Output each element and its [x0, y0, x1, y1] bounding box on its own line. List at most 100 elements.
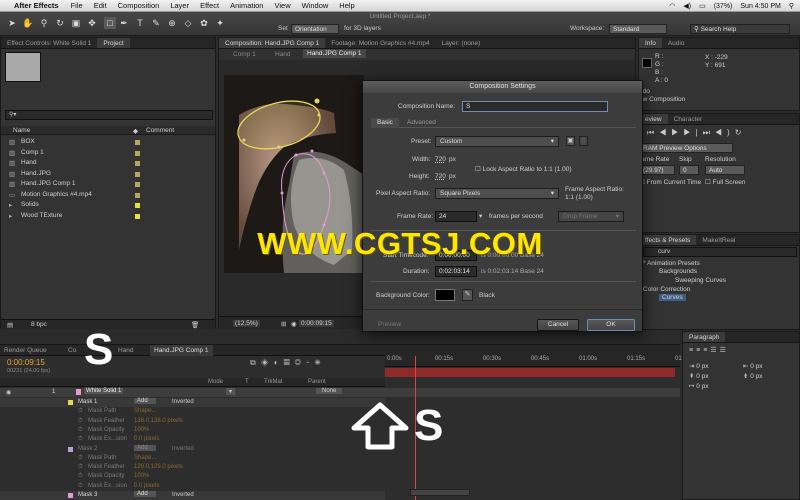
tab-hand-comp[interactable]: Hand.JPG Comp 1 [150, 345, 213, 356]
tree-backgrounds[interactable]: Backgrounds [659, 268, 697, 275]
space-after[interactable]: ⇟ 0 px [743, 372, 763, 380]
first-frame-icon[interactable]: ⏮ [647, 128, 659, 137]
menu-view[interactable]: View [274, 1, 290, 10]
mask-property-value[interactable]: 0.0 pixels [134, 483, 159, 489]
menu-animation[interactable]: Animation [230, 1, 263, 10]
stopwatch-icon[interactable]: ⏱ [78, 483, 83, 490]
project-search-input[interactable]: ⚲▾ [5, 110, 213, 120]
stopwatch-icon[interactable]: ⏱ [78, 427, 83, 434]
crumb-comp1[interactable]: Comp 1 [233, 51, 256, 58]
full-screen-checkbox[interactable]: ☐ Full Screen [705, 178, 746, 186]
justify-icon[interactable]: ☰ [710, 347, 719, 354]
menu-file[interactable]: File [71, 1, 83, 10]
tab-audio[interactable]: Audio [662, 38, 691, 48]
mask-property-row[interactable]: Mask Feather ⏱ 129.0,129.0 pixels [0, 463, 385, 472]
stopwatch-icon[interactable]: ⏱ [78, 473, 83, 480]
save-preset-icon[interactable]: ▣ [566, 136, 575, 146]
project-item[interactable]: ▥ Hand.JPG Comp 1 [1, 179, 215, 189]
menu-edit[interactable]: Edit [94, 1, 107, 10]
mask-property-value[interactable]: 100% [134, 427, 149, 433]
mask-tool-icon[interactable]: □ [104, 17, 116, 29]
clone-tool-icon[interactable]: ⊕ [166, 17, 178, 29]
tab-layer[interactable]: Layer: (none) [436, 38, 487, 48]
delete-preset-icon[interactable]: ▯ [579, 136, 588, 146]
pixel-aspect-dropdown[interactable]: Square Pixels ▾ [435, 188, 559, 199]
cancel-button[interactable]: Cancel [537, 319, 579, 331]
frame-rate-dropdown[interactable]: (29.97) [639, 165, 675, 175]
mask-inverted-checkbox[interactable]: Inverted [172, 492, 194, 498]
crumb-hand[interactable]: Hand [275, 51, 291, 58]
justify-all-icon[interactable]: ☰ [720, 347, 729, 354]
tab-comp1[interactable]: Co [68, 347, 76, 354]
width-value[interactable]: 720 [435, 156, 446, 163]
tab-hand[interactable]: Hand [118, 347, 134, 354]
label-color-swatch[interactable] [135, 161, 140, 166]
label-color-swatch[interactable] [135, 192, 140, 198]
skip-field[interactable]: 0 [679, 165, 699, 175]
resolution-dropdown[interactable]: Auto [705, 165, 745, 175]
label-color-swatch[interactable] [135, 182, 140, 187]
pan-behind-tool-icon[interactable]: ✥ [86, 17, 98, 29]
preset-dropdown[interactable]: Custom ▾ [435, 136, 559, 147]
workspace-dropdown[interactable]: Standard [609, 24, 667, 34]
battery-icon[interactable]: ▭ [699, 2, 706, 10]
ok-button[interactable]: OK [587, 319, 635, 331]
zoom-tool-icon[interactable]: ⚲ [38, 17, 50, 29]
duration-input[interactable]: 0:02:03:14 [435, 266, 477, 277]
menu-help[interactable]: Help [339, 1, 354, 10]
drop-frame-dropdown[interactable]: Drop Frame ▾ [558, 211, 624, 222]
menu-app-name[interactable]: After Effects [14, 1, 59, 10]
next-frame-icon[interactable]: ▶| [683, 128, 702, 137]
indent-left[interactable]: ⇥ 0 px [689, 362, 709, 370]
tab-character[interactable]: Character [668, 114, 709, 124]
volume-icon[interactable]: ◀) [683, 2, 691, 10]
comp-name-input[interactable]: S [462, 101, 608, 112]
tree-animation-presets[interactable]: * Animation Presets [643, 260, 700, 267]
mask-property-row[interactable]: Mask Ex...sion ⏱ 0.0 pixels [0, 482, 385, 491]
mask-color-swatch[interactable] [68, 493, 73, 498]
stopwatch-icon[interactable]: ⏱ [78, 418, 83, 425]
brainstorm-icon[interactable]: ✺ [315, 358, 326, 367]
project-item[interactable]: ▥ Hand [1, 158, 215, 168]
tab-info[interactable]: Info [639, 38, 662, 48]
mask-color-swatch[interactable] [68, 400, 73, 405]
interpret-footage-icon[interactable]: ▤ [7, 321, 13, 329]
roto-brush-icon[interactable]: ✿ [198, 17, 210, 29]
puppet-tool-icon[interactable]: ✦ [214, 17, 226, 29]
layer-label-color[interactable] [76, 389, 81, 395]
layer-mode-dropdown[interactable]: ▾ [226, 388, 236, 395]
tab-footage[interactable]: Footage: Motion Graphics #4.mp4 [325, 38, 435, 48]
crumb-hand-comp[interactable]: Hand.JPG Comp 1 [303, 49, 366, 58]
graph-editor-icon[interactable]: ⌁ [306, 358, 315, 367]
label-col-icon[interactable]: ◆ [133, 127, 138, 135]
tree-sweeping-curves[interactable]: Sweeping Curves [675, 277, 726, 284]
label-color-swatch[interactable] [135, 171, 140, 177]
frame-rate-dropdown-icon[interactable]: ▾ [479, 212, 482, 220]
last-frame-icon[interactable]: ⏭ [703, 128, 715, 137]
tab-effects-presets[interactable]: ffects & Presets [639, 235, 697, 245]
tab-basic[interactable]: Basic [371, 118, 399, 128]
type-tool-icon[interactable]: T [134, 17, 146, 29]
prev-frame-icon[interactable]: ◀ [659, 128, 671, 137]
project-item[interactable]: ▥ BOX [1, 137, 215, 147]
safe-margins-icon[interactable]: ⊞ [281, 320, 286, 328]
tab-advanced[interactable]: Advanced [401, 118, 442, 128]
tab-paragraph[interactable]: Paragraph [683, 332, 726, 342]
stopwatch-icon[interactable]: ⏱ [78, 408, 83, 415]
rotate-tool-icon[interactable]: ↻ [54, 17, 66, 29]
timeline-timecode[interactable]: 0:00:09:15 [7, 358, 45, 367]
tab-effect-controls[interactable]: Effect Controls: White Solid 1 [1, 38, 97, 48]
mask-property-value[interactable]: 129.0,129.0 pixels [134, 464, 183, 470]
mask-property-row[interactable]: Mask Opacity ⏱ 100% [0, 426, 385, 435]
label-color-swatch[interactable] [135, 203, 140, 208]
col-comment[interactable]: Comment [146, 127, 174, 134]
mask-row[interactable]: Mask 3 Add Inverted [0, 491, 385, 500]
mask-mode-dropdown[interactable]: Add [134, 398, 156, 404]
col-trkmat[interactable]: TrkMat [264, 379, 282, 385]
preview-checkbox[interactable]: Preview [378, 321, 401, 328]
motion-blur-icon[interactable]: ◎ [295, 358, 306, 367]
eyedropper-icon[interactable]: ✎ [462, 289, 473, 301]
mask-row[interactable]: Mask 1 Add Inverted [0, 398, 385, 407]
mask-color-swatch[interactable] [68, 446, 73, 452]
tree-curves[interactable]: Curves [659, 294, 686, 301]
